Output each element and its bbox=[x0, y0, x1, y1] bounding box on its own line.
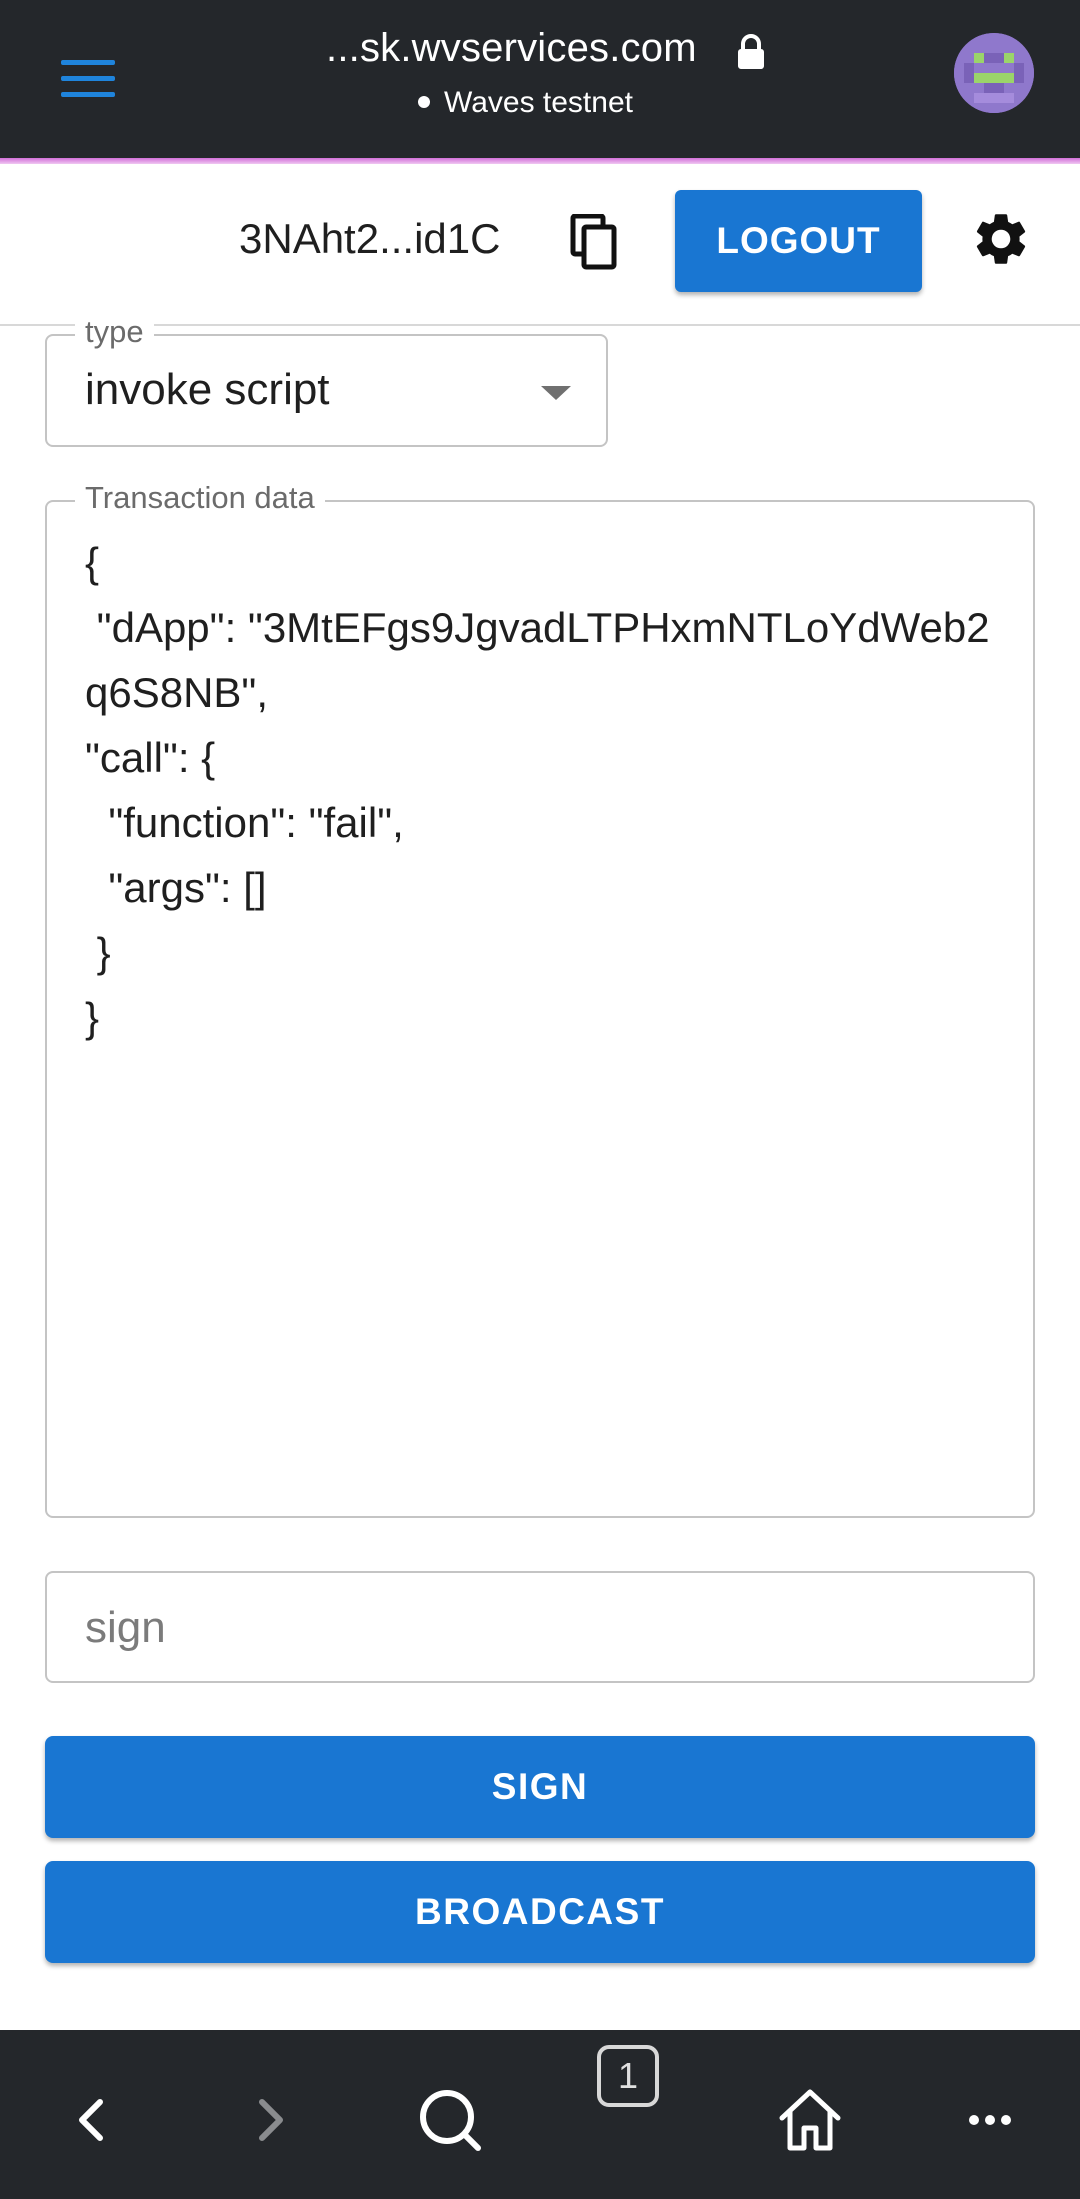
copy-icon[interactable] bbox=[570, 214, 620, 270]
type-select[interactable]: type invoke script bbox=[45, 314, 608, 447]
type-legend: type bbox=[75, 314, 154, 350]
search-icon[interactable] bbox=[410, 2080, 490, 2160]
more-icon[interactable] bbox=[950, 2080, 1030, 2160]
gear-icon[interactable] bbox=[970, 208, 1032, 270]
forward-icon[interactable] bbox=[230, 2080, 310, 2160]
back-icon[interactable] bbox=[52, 2080, 132, 2160]
transaction-data-field[interactable]: Transaction data { "dApp": "3MtEFgs9Jgva… bbox=[45, 480, 1035, 1518]
type-value: invoke script bbox=[85, 365, 330, 414]
sign-input[interactable] bbox=[83, 1599, 987, 1657]
account-address: 3NAht2...id1C bbox=[239, 215, 501, 262]
url-text[interactable]: ...sk.wvservices.com bbox=[326, 26, 697, 71]
logout-button[interactable]: LOGOUT bbox=[675, 190, 922, 292]
transaction-data-text[interactable]: { "dApp": "3MtEFgs9JgvadLTPHxmNTLoYdWeb2… bbox=[85, 530, 1005, 1050]
browser-bottom-bar bbox=[0, 2030, 1080, 2199]
app-header: 3NAht2...id1C LOGOUT bbox=[0, 164, 1080, 326]
sign-button[interactable]: SIGN bbox=[45, 1736, 1035, 1838]
dropdown-arrow-icon bbox=[541, 386, 571, 400]
tabs-count-button[interactable]: 1 bbox=[597, 2045, 659, 2107]
avatar-identicon-icon bbox=[954, 33, 1034, 113]
avatar[interactable] bbox=[954, 33, 1034, 113]
broadcast-button[interactable]: BROADCAST bbox=[45, 1861, 1035, 1963]
transaction-data-legend: Transaction data bbox=[75, 480, 325, 516]
home-icon[interactable] bbox=[770, 2080, 850, 2160]
browser-top-bar: ...sk.wvservices.com Waves testnet bbox=[0, 0, 1080, 164]
network-indicator: Waves testnet bbox=[418, 86, 633, 120]
network-dot-icon bbox=[418, 96, 430, 109]
lock-icon bbox=[738, 34, 764, 69]
network-label: Waves testnet bbox=[444, 86, 633, 119]
sign-field[interactable] bbox=[45, 1571, 1035, 1683]
menu-icon[interactable] bbox=[61, 60, 115, 98]
